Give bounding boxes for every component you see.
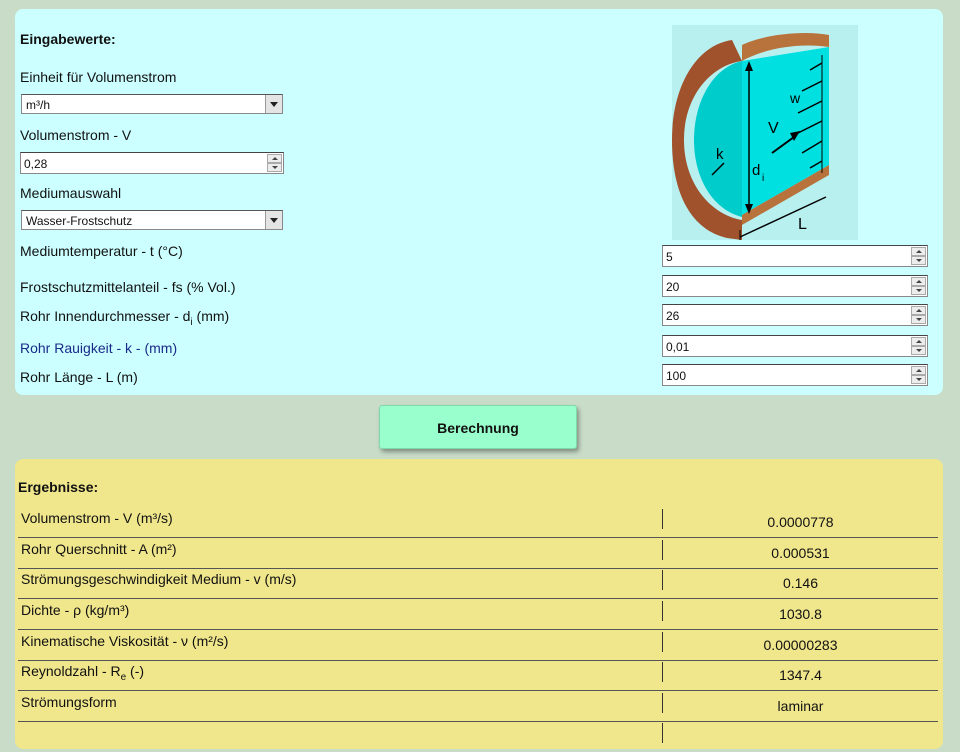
antifreeze-label: Frostschutzmittelanteil - fs (% Vol.) bbox=[20, 279, 236, 295]
result-label: Kinematische Viskosität - ν (m²/s) bbox=[21, 633, 229, 649]
result-value: 0.000531 bbox=[771, 545, 830, 561]
result-value: 1030.8 bbox=[779, 606, 822, 622]
result-value: 0.146 bbox=[782, 575, 819, 591]
result-label: Dichte - ρ (kg/m³) bbox=[21, 602, 130, 618]
roughness-input-value: 0,01 bbox=[666, 340, 690, 354]
diameter-label: Rohr Innendurchmesser - di (mm) bbox=[20, 308, 229, 328]
calculate-button[interactable]: Berechnung bbox=[379, 405, 577, 449]
spin-down-icon[interactable] bbox=[911, 375, 926, 384]
unit-label: Einheit für Volumenstrom bbox=[20, 69, 177, 85]
result-row: Rohr Querschnitt - A (m²) 0.000531 bbox=[18, 538, 938, 569]
chevron-down-icon[interactable] bbox=[265, 95, 282, 113]
label-d: d bbox=[752, 162, 760, 179]
flow-input[interactable]: 0,28 bbox=[20, 152, 284, 174]
result-value: laminar bbox=[777, 698, 824, 714]
unit-select-value: m³/h bbox=[26, 98, 50, 112]
spin-up-icon[interactable] bbox=[911, 337, 926, 346]
input-panel-title: Eingabewerte: bbox=[20, 31, 116, 47]
spin-up-icon[interactable] bbox=[911, 366, 926, 375]
result-row: Volumenstrom - V (m³/s) 0.0000778 bbox=[18, 507, 938, 538]
result-row: Strömungsform laminar bbox=[18, 691, 938, 722]
flow-input-value: 0,28 bbox=[24, 157, 48, 171]
spin-up-icon[interactable] bbox=[267, 154, 282, 163]
label-k: k bbox=[716, 146, 724, 163]
antifreeze-input[interactable]: 20 bbox=[662, 275, 928, 297]
label-w: w bbox=[789, 90, 801, 106]
spin-up-icon[interactable] bbox=[911, 306, 926, 315]
label-v: V bbox=[768, 120, 779, 137]
temp-label: Mediumtemperatur - t (°C) bbox=[20, 243, 183, 259]
result-label: Strömungsgeschwindigkeit Medium - v (m/s… bbox=[21, 571, 297, 587]
diameter-input-value: 26 bbox=[666, 309, 680, 323]
temp-input[interactable]: 5 bbox=[662, 245, 928, 267]
result-row: Kinematische Viskosität - ν (m²/s) 0.000… bbox=[18, 630, 938, 661]
unit-select[interactable]: m³/h bbox=[21, 94, 283, 114]
result-row: Reynoldzahl - Re (-) 1347.4 bbox=[18, 660, 938, 691]
flow-label: Volumenstrom - V bbox=[20, 127, 132, 143]
result-label: Strömungsform bbox=[21, 694, 117, 710]
length-input-value: 100 bbox=[666, 369, 687, 383]
result-row: Strömungsgeschwindigkeit Medium - v (m/s… bbox=[18, 568, 938, 599]
flow-spinner[interactable] bbox=[267, 154, 282, 172]
medium-select[interactable]: Wasser-Frostschutz bbox=[21, 210, 283, 230]
diameter-label-text: Rohr Innendurchmesser - d bbox=[20, 308, 191, 324]
diameter-label-unit: (mm) bbox=[192, 308, 230, 324]
result-value: 0.0000778 bbox=[767, 514, 834, 530]
length-input[interactable]: 100 bbox=[662, 364, 928, 386]
result-value: 0.00000283 bbox=[763, 637, 838, 653]
spin-down-icon[interactable] bbox=[911, 346, 926, 355]
input-panel: Eingabewerte: Einheit für Volumenstrom m… bbox=[15, 9, 943, 395]
length-label: Rohr Länge - L (m) bbox=[20, 369, 138, 385]
medium-select-value: Wasser-Frostschutz bbox=[26, 214, 133, 228]
result-row: Dichte - ρ (kg/m³) 1030.8 bbox=[18, 599, 938, 630]
label-l: L bbox=[798, 216, 807, 233]
temp-spinner[interactable] bbox=[911, 247, 926, 265]
spin-up-icon[interactable] bbox=[911, 277, 926, 286]
diameter-spinner[interactable] bbox=[911, 306, 926, 324]
antifreeze-input-value: 20 bbox=[666, 280, 680, 294]
spin-up-icon[interactable] bbox=[911, 247, 926, 256]
roughness-spinner[interactable] bbox=[911, 337, 926, 355]
roughness-input[interactable]: 0,01 bbox=[662, 335, 928, 357]
results-panel: Ergebnisse: Volumenstrom - V (m³/s) 0.00… bbox=[15, 459, 943, 749]
spin-down-icon[interactable] bbox=[267, 163, 282, 172]
result-label: Volumenstrom - V (m³/s) bbox=[21, 510, 173, 526]
spin-down-icon[interactable] bbox=[911, 256, 926, 265]
results-title: Ergebnisse: bbox=[18, 479, 99, 495]
column-divider bbox=[662, 723, 663, 743]
pipe-diagram: w V k d i L bbox=[672, 25, 858, 240]
result-row bbox=[18, 721, 938, 752]
result-value: 1347.4 bbox=[779, 667, 822, 683]
diameter-input[interactable]: 26 bbox=[662, 304, 928, 326]
result-label: Rohr Querschnitt - A (m²) bbox=[21, 541, 177, 557]
spin-down-icon[interactable] bbox=[911, 315, 926, 324]
reynolds-label-text: Reynoldzahl - R bbox=[21, 663, 121, 679]
spin-down-icon[interactable] bbox=[911, 286, 926, 295]
antifreeze-spinner[interactable] bbox=[911, 277, 926, 295]
medium-label: Mediumauswahl bbox=[20, 185, 122, 201]
chevron-down-icon[interactable] bbox=[265, 211, 282, 229]
length-spinner[interactable] bbox=[911, 366, 926, 384]
temp-input-value: 5 bbox=[666, 250, 673, 264]
label-d-sub: i bbox=[762, 173, 764, 184]
result-label: Reynoldzahl - Re (-) bbox=[21, 663, 144, 683]
reynolds-label-unit: (-) bbox=[126, 663, 145, 679]
roughness-label: Rohr Rauigkeit - k - (mm) bbox=[20, 340, 178, 356]
